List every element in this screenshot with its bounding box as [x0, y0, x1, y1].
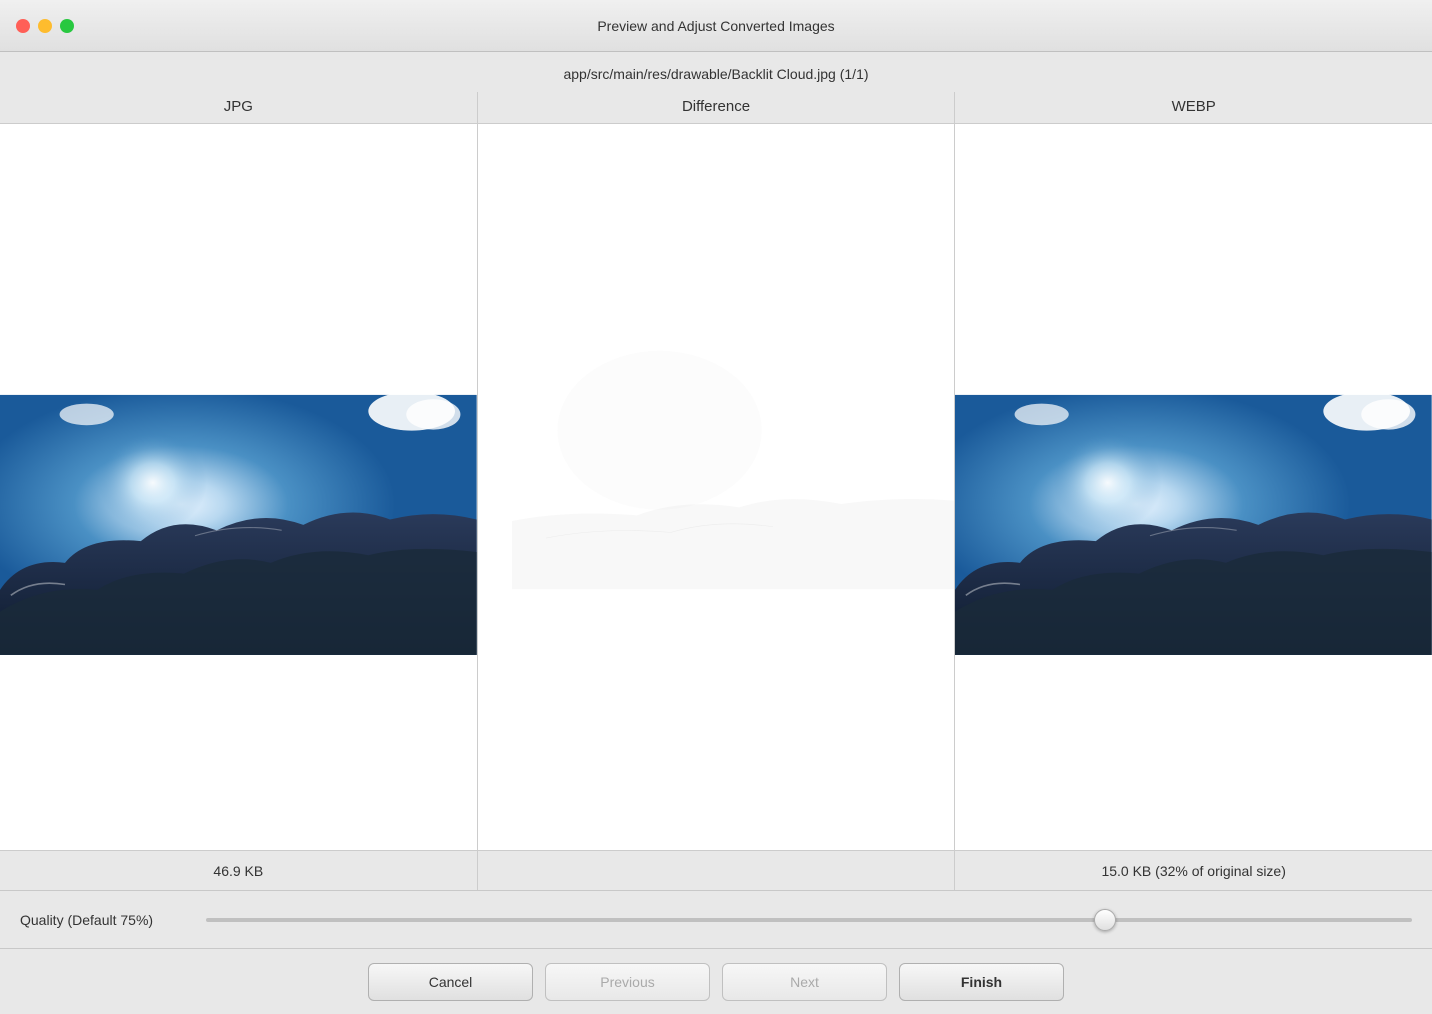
next-button[interactable]: Next	[722, 963, 887, 1001]
quality-bar: Quality (Default 75%)	[0, 890, 1432, 948]
col-header-diff: Difference	[477, 92, 956, 123]
diff-panel	[477, 124, 956, 850]
jpg-image	[0, 124, 477, 850]
webp-image	[955, 124, 1432, 850]
quality-slider[interactable]	[206, 918, 1412, 922]
jpg-panel	[0, 124, 477, 850]
slider-container[interactable]	[206, 900, 1412, 940]
minimize-button[interactable]	[38, 19, 52, 33]
finish-button[interactable]: Finish	[899, 963, 1064, 1001]
previous-button[interactable]: Previous	[545, 963, 710, 1001]
webp-panel	[955, 124, 1432, 850]
col-header-jpg: JPG	[0, 92, 477, 123]
window-title: Preview and Adjust Converted Images	[597, 18, 834, 34]
diff-size-empty	[477, 851, 956, 890]
file-path: app/src/main/res/drawable/Backlit Cloud.…	[0, 52, 1432, 92]
window-controls	[16, 19, 74, 33]
quality-label: Quality (Default 75%)	[20, 912, 190, 928]
button-bar: Cancel Previous Next Finish	[0, 948, 1432, 1014]
webp-size: 15.0 KB (32% of original size)	[955, 863, 1432, 879]
size-bar: 46.9 KB 15.0 KB (32% of original size)	[0, 850, 1432, 890]
title-bar: Preview and Adjust Converted Images	[0, 0, 1432, 52]
jpg-size: 46.9 KB	[0, 863, 477, 879]
column-headers: JPG Difference WEBP	[0, 92, 1432, 124]
close-button[interactable]	[16, 19, 30, 33]
diff-content	[478, 124, 955, 850]
cancel-button[interactable]: Cancel	[368, 963, 533, 1001]
maximize-button[interactable]	[60, 19, 74, 33]
image-panels	[0, 124, 1432, 850]
col-header-webp: WEBP	[955, 92, 1432, 123]
diff-image	[478, 124, 955, 850]
